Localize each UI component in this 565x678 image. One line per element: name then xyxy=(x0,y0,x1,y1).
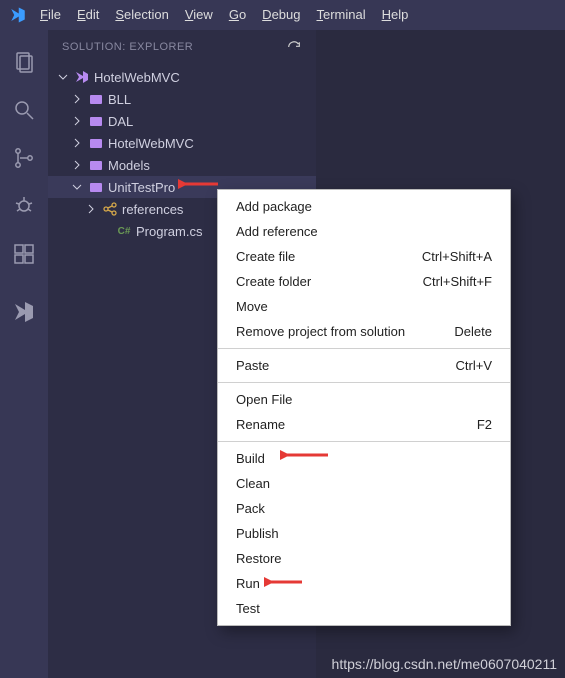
explorer-header: SOLUTION: EXPLORER xyxy=(48,30,316,64)
ctx-publish[interactable]: Publish xyxy=(218,521,510,546)
menu-view[interactable]: View xyxy=(177,0,221,30)
menu-terminal[interactable]: Terminal xyxy=(308,0,373,30)
tree-label: HotelWebMVC xyxy=(108,136,194,151)
project-icon xyxy=(88,135,104,151)
references-icon xyxy=(102,201,118,217)
ctx-run[interactable]: Run xyxy=(218,571,510,596)
app-logo xyxy=(4,0,32,30)
chevron-right-icon xyxy=(70,159,84,171)
ctx-separator xyxy=(218,382,510,383)
chevron-right-icon xyxy=(70,137,84,149)
ctx-create-folder[interactable]: Create folderCtrl+Shift+F xyxy=(218,269,510,294)
explorer-title: SOLUTION: EXPLORER xyxy=(62,41,193,53)
ctx-separator xyxy=(218,348,510,349)
ctx-restore[interactable]: Restore xyxy=(218,546,510,571)
activity-vs[interactable] xyxy=(0,288,48,336)
chevron-down-icon xyxy=(70,181,84,193)
menu-debug[interactable]: Debug xyxy=(254,0,308,30)
ctx-test[interactable]: Test xyxy=(218,596,510,621)
activity-explorer[interactable] xyxy=(0,38,48,86)
tree-item-models[interactable]: Models xyxy=(48,154,316,176)
tree-label: references xyxy=(122,202,183,217)
ctx-move[interactable]: Move xyxy=(218,294,510,319)
tree-item-dal[interactable]: DAL xyxy=(48,110,316,132)
ctx-open-file[interactable]: Open File xyxy=(218,387,510,412)
context-menu: Add package Add reference Create fileCtr… xyxy=(217,189,511,626)
chevron-down-icon xyxy=(56,71,70,83)
activity-bar xyxy=(0,30,48,678)
refresh-icon[interactable] xyxy=(286,39,302,55)
tree-label: UnitTestPro xyxy=(108,180,175,195)
csharp-icon: C# xyxy=(116,223,132,239)
tree-root-label: HotelWebMVC xyxy=(94,70,180,85)
watermark: https://blog.csdn.net/me0607040211 xyxy=(332,656,557,672)
ctx-clean[interactable]: Clean xyxy=(218,471,510,496)
chevron-right-icon xyxy=(84,203,98,215)
ctx-create-file[interactable]: Create fileCtrl+Shift+A xyxy=(218,244,510,269)
ctx-remove-project[interactable]: Remove project from solutionDelete xyxy=(218,319,510,344)
ctx-build[interactable]: Build xyxy=(218,446,510,471)
menu-help[interactable]: Help xyxy=(374,0,417,30)
tree-label: BLL xyxy=(108,92,131,107)
project-icon xyxy=(88,157,104,173)
activity-debug[interactable] xyxy=(0,182,48,230)
tree-label: Program.cs xyxy=(136,224,202,239)
ctx-paste[interactable]: PasteCtrl+V xyxy=(218,353,510,378)
project-icon xyxy=(88,179,104,195)
project-icon xyxy=(88,113,104,129)
ctx-rename[interactable]: RenameF2 xyxy=(218,412,510,437)
ctx-separator xyxy=(218,441,510,442)
tree-label: Models xyxy=(108,158,150,173)
menu-go[interactable]: Go xyxy=(221,0,254,30)
tree-root[interactable]: HotelWebMVC xyxy=(48,66,316,88)
activity-extensions[interactable] xyxy=(0,230,48,278)
activity-scm[interactable] xyxy=(0,134,48,182)
ctx-pack[interactable]: Pack xyxy=(218,496,510,521)
activity-search[interactable] xyxy=(0,86,48,134)
menu-selection[interactable]: Selection xyxy=(107,0,176,30)
ctx-add-reference[interactable]: Add reference xyxy=(218,219,510,244)
chevron-right-icon xyxy=(70,115,84,127)
solution-icon xyxy=(74,69,90,85)
project-icon xyxy=(88,91,104,107)
menu-edit[interactable]: Edit xyxy=(69,0,107,30)
menu-file[interactable]: File xyxy=(32,0,69,30)
ctx-add-package[interactable]: Add package xyxy=(218,194,510,219)
chevron-right-icon xyxy=(70,93,84,105)
tree-item-bll[interactable]: BLL xyxy=(48,88,316,110)
tree-item-hotelwebmvc[interactable]: HotelWebMVC xyxy=(48,132,316,154)
tree-label: DAL xyxy=(108,114,133,129)
menubar: File Edit Selection View Go Debug Termin… xyxy=(0,0,565,30)
